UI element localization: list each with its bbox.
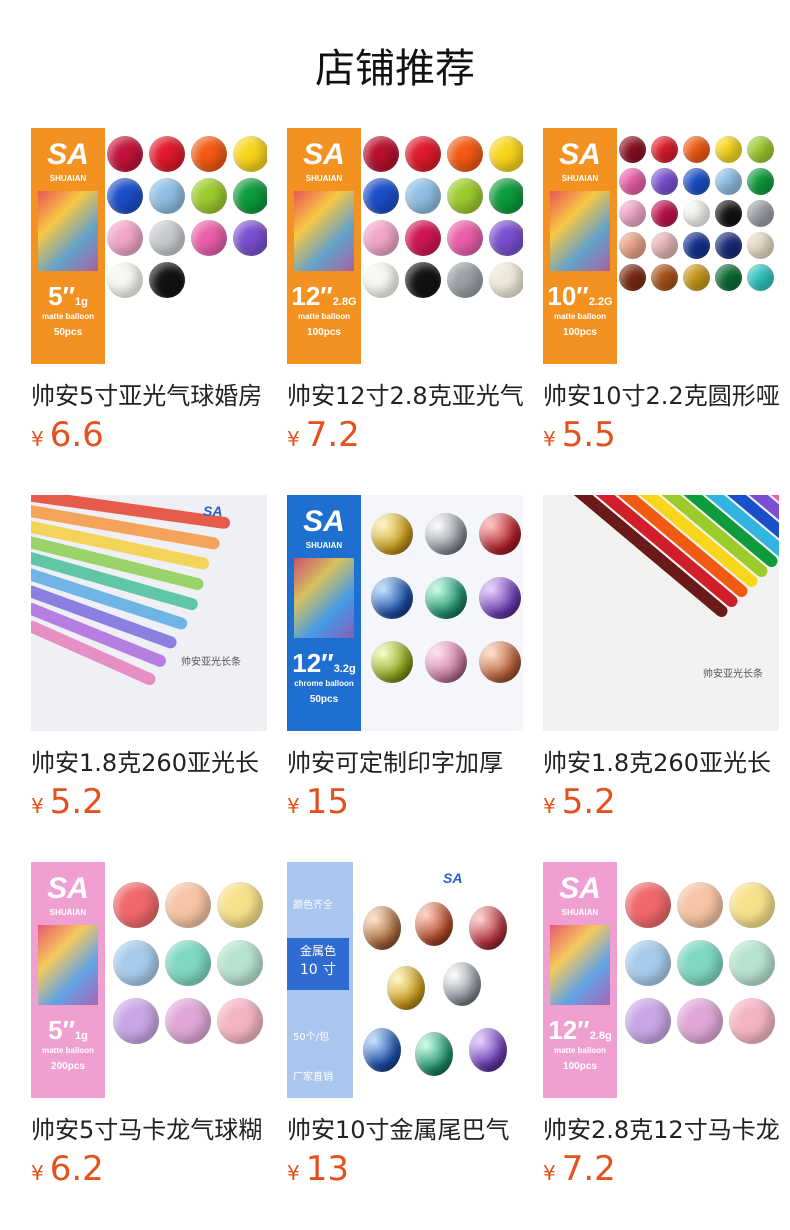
size-label: 10″2.2G (547, 281, 613, 311)
product-card[interactable]: 帅安亚光长条 SA 帅安1.8克260亚光长 ¥5.2 (31, 495, 267, 822)
product-price: ¥7.2 (543, 1149, 616, 1189)
product-image[interactable]: 帅安亚光长条 (543, 495, 779, 731)
product-image[interactable]: SA SHUAIAN 5″1g matte balloon 50pcs (31, 128, 267, 364)
brand-panel: SA SHUAIAN 5″1g matte balloon 200pcs (31, 862, 105, 1098)
product-card[interactable]: SA SHUAIAN 12″2.8g matte balloon 100pcs … (543, 862, 779, 1189)
brand-name: SHUAIAN (305, 174, 343, 183)
product-card[interactable]: 帅安亚光长条 帅安1.8克260亚光长 ¥5.2 (543, 495, 779, 822)
package-photo (294, 191, 354, 271)
product-image[interactable]: 颜色齐全 50个/包 厂家直销 金属色 10 寸 SA (287, 862, 523, 1098)
product-price: ¥5.2 (31, 782, 104, 822)
brand-logo: SA (303, 138, 345, 171)
size-label: 12″3.2g (292, 648, 356, 678)
size-label: 12″2.8G (291, 281, 357, 311)
product-card[interactable]: SA SHUAIAN 5″1g matte balloon 50pcs 帅安5寸… (31, 128, 267, 455)
pcs-label: 200pcs (51, 1061, 85, 1072)
product-image[interactable]: SA SHUAIAN 10″2.2G matte balloon 100pcs (543, 128, 779, 364)
brand-logo: SA (203, 503, 223, 519)
product-price: ¥7.2 (287, 415, 360, 455)
product-image[interactable]: SA SHUAIAN 5″1g matte balloon 200pcs (31, 862, 267, 1098)
brand-logo: SA (303, 505, 345, 538)
package-photo (550, 925, 610, 1005)
product-price: ¥13 (287, 1149, 349, 1189)
kind-label: matte balloon (553, 312, 606, 321)
product-card[interactable]: SA SHUAIAN 10″2.2G matte balloon 100pcs (543, 128, 779, 455)
product-image[interactable]: 帅安亚光长条 SA (31, 495, 267, 731)
product-image[interactable]: SA SHUAIAN 12″3.2g chrome balloon 50pcs (287, 495, 523, 731)
kind-label: matte balloon (41, 312, 94, 321)
product-name[interactable]: 帅安10寸金属尾巴气 (287, 1110, 523, 1145)
balloon-swatches (363, 136, 523, 298)
brand-panel: SA SHUAIAN 12″2.8G matte balloon 100pcs (287, 128, 361, 364)
balloon-swatches (107, 136, 267, 298)
pcs-label: 100pcs (307, 327, 341, 338)
size-label: 5″1g (48, 281, 88, 311)
package-photo (294, 558, 354, 638)
brand-panel: SA SHUAIAN 12″3.2g chrome balloon 50pcs (287, 495, 361, 731)
product-name[interactable]: 帅安12寸2.8克亚光气 (287, 376, 523, 411)
sticks-caption: 帅安亚光长条 (703, 669, 763, 680)
product-price: ¥6.2 (31, 1149, 104, 1189)
balloon-swatches (625, 882, 779, 1044)
brand-logo: SA (47, 872, 89, 905)
package-photo (550, 191, 610, 271)
tail-color-label: 颜色齐全 (293, 900, 333, 911)
product-name[interactable]: 帅安5寸亚光气球婚房 (31, 376, 267, 411)
product-card[interactable]: 颜色齐全 50个/包 厂家直销 金属色 10 寸 SA 帅安10寸金属尾巴气 ¥… (287, 862, 523, 1189)
balloon-swatches (113, 882, 267, 1044)
product-price: ¥5.2 (543, 782, 616, 822)
brand-panel: SA SHUAIAN 5″1g matte balloon 50pcs (31, 128, 105, 364)
kind-label: chrome balloon (294, 679, 354, 688)
product-name[interactable]: 帅安5寸马卡龙气球糊 (31, 1110, 267, 1145)
brand-name: SHUAIAN (49, 908, 87, 917)
pcs-label: 50pcs (309, 694, 339, 705)
size-label: 12″2.8g (548, 1015, 612, 1045)
product-card[interactable]: SA SHUAIAN 5″1g matte balloon 200pcs 帅安5… (31, 862, 267, 1189)
product-price: ¥15 (287, 782, 349, 822)
kind-label: matte balloon (41, 1046, 94, 1055)
product-name[interactable]: 帅安1.8克260亚光长 (543, 743, 779, 778)
kind-label: matte balloon (297, 312, 350, 321)
product-image[interactable]: SA SHUAIAN 12″2.8g matte balloon 100pcs (543, 862, 779, 1098)
brand-logo: SA (47, 138, 89, 171)
page-title: 店铺推荐 (315, 46, 475, 92)
product-name[interactable]: 帅安1.8克260亚光长 (31, 743, 267, 778)
tail-pack-label: 50个/包 (293, 1032, 330, 1043)
brand-name: SHUAIAN (49, 174, 87, 183)
sticks-caption: 帅安亚光长条 (181, 657, 241, 668)
long-balloons-photo: 帅安亚光长条 (543, 495, 779, 731)
size-label: 5″1g (48, 1015, 88, 1045)
product-card[interactable]: SA SHUAIAN 12″2.8G matte balloon 100pcs (287, 128, 523, 455)
brand-logo: SA (559, 872, 601, 905)
product-price: ¥6.6 (31, 415, 104, 455)
brand-panel: SA SHUAIAN 12″2.8g matte balloon 100pcs (543, 862, 617, 1098)
balloon-swatches (619, 136, 779, 291)
product-image[interactable]: SA SHUAIAN 12″2.8G matte balloon 100pcs (287, 128, 523, 364)
metal-badge: 金属色 10 寸 (287, 938, 349, 990)
brand-name: SHUAIAN (561, 174, 599, 183)
product-name[interactable]: 帅安10寸2.2克圆形哑 (543, 376, 779, 411)
tail-factory-label: 厂家直销 (293, 1072, 333, 1083)
brand-panel: SA SHUAIAN 10″2.2G matte balloon 100pcs (543, 128, 617, 364)
pcs-label: 100pcs (563, 327, 597, 338)
brand-logo: SA (443, 870, 463, 886)
pcs-label: 100pcs (563, 1061, 597, 1072)
balloon-swatches (371, 513, 523, 683)
kind-label: matte balloon (553, 1046, 606, 1055)
brand-name: SHUAIAN (561, 908, 599, 917)
product-price: ¥5.5 (543, 415, 616, 455)
pcs-label: 50pcs (53, 327, 83, 338)
brand-logo: SA (559, 138, 601, 171)
product-name[interactable]: 帅安可定制印字加厚 (287, 743, 523, 778)
long-balloons-photo: 帅安亚光长条 SA (31, 495, 267, 731)
product-name[interactable]: 帅安2.8克12寸马卡龙 (543, 1110, 779, 1145)
package-photo (38, 191, 98, 271)
package-photo (38, 925, 98, 1005)
product-card[interactable]: SA SHUAIAN 12″3.2g chrome balloon 50pcs … (287, 495, 523, 822)
brand-name: SHUAIAN (305, 541, 343, 550)
